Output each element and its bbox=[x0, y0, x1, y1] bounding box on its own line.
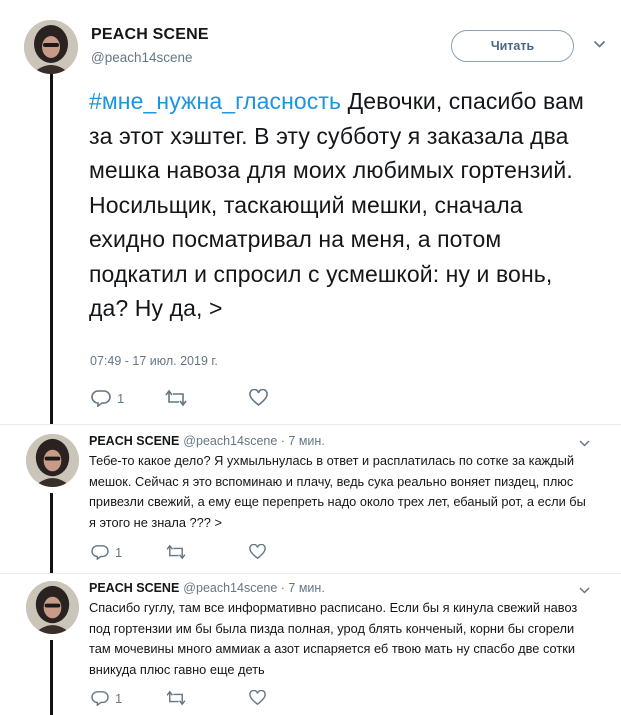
reply-icon bbox=[91, 389, 111, 407]
retweet-button[interactable] bbox=[165, 389, 187, 407]
reply-button[interactable]: 1 bbox=[91, 389, 124, 407]
retweet-button[interactable] bbox=[166, 544, 186, 560]
reply-count: 1 bbox=[117, 390, 125, 406]
reply-author-name[interactable]: PEACH SCENE bbox=[89, 581, 179, 595]
like-button[interactable] bbox=[249, 544, 266, 560]
reply-header: PEACH SCENE @peach14scene · 7 мин. bbox=[89, 434, 325, 448]
retweet-icon bbox=[165, 389, 187, 407]
reply-header: PEACH SCENE @peach14scene · 7 мин. bbox=[89, 581, 325, 595]
reply-count: 1 bbox=[115, 544, 123, 560]
separator bbox=[0, 573, 621, 574]
avatar[interactable] bbox=[24, 20, 78, 74]
reply-text: Тебе-то какое дело? Я ухмыльнулась в отв… bbox=[89, 453, 586, 530]
reply-count: 1 bbox=[115, 690, 123, 706]
reply-meta[interactable]: @peach14scene · 7 мин. bbox=[183, 434, 325, 448]
thread-line bbox=[50, 493, 53, 573]
heart-icon bbox=[249, 544, 266, 560]
retweet-button[interactable] bbox=[166, 690, 186, 706]
retweet-icon bbox=[166, 690, 186, 706]
reply-icon bbox=[91, 544, 109, 560]
avatar[interactable] bbox=[26, 434, 79, 487]
reply-meta[interactable]: @peach14scene · 7 мин. bbox=[183, 581, 325, 595]
reply-author-name[interactable]: PEACH SCENE bbox=[89, 434, 179, 448]
avatar[interactable] bbox=[26, 581, 79, 634]
tweet-text: #мне_нужна_гласность Девочки, спасибо ва… bbox=[89, 84, 589, 326]
chevron-down-icon[interactable] bbox=[593, 38, 606, 52]
reply-text: Спасибо гуглу, там все информативно расп… bbox=[89, 600, 578, 677]
heart-icon bbox=[249, 690, 266, 706]
retweet-icon bbox=[166, 544, 186, 560]
separator bbox=[0, 424, 621, 425]
reply-button[interactable]: 1 bbox=[91, 544, 122, 560]
heart-icon bbox=[249, 389, 268, 407]
chevron-down-icon[interactable] bbox=[579, 583, 590, 597]
hashtag-link[interactable]: #мне_нужна_гласность bbox=[89, 88, 341, 114]
author-name[interactable]: PEACH SCENE bbox=[91, 26, 209, 44]
like-button[interactable] bbox=[249, 389, 268, 407]
thread-line bbox=[50, 74, 53, 424]
chevron-down-icon[interactable] bbox=[579, 436, 590, 450]
author-handle[interactable]: @peach14scene bbox=[91, 50, 193, 65]
reply-icon bbox=[91, 690, 109, 706]
reply-button[interactable]: 1 bbox=[91, 690, 122, 706]
follow-button[interactable]: Читать bbox=[451, 30, 574, 62]
tweet-body: Девочки, спасибо вам за этот хэштег. В э… bbox=[89, 88, 584, 321]
like-button[interactable] bbox=[249, 690, 266, 706]
thread-line bbox=[50, 640, 53, 715]
tweet-timestamp[interactable]: 07:49 - 17 июл. 2019 г. bbox=[90, 354, 218, 368]
